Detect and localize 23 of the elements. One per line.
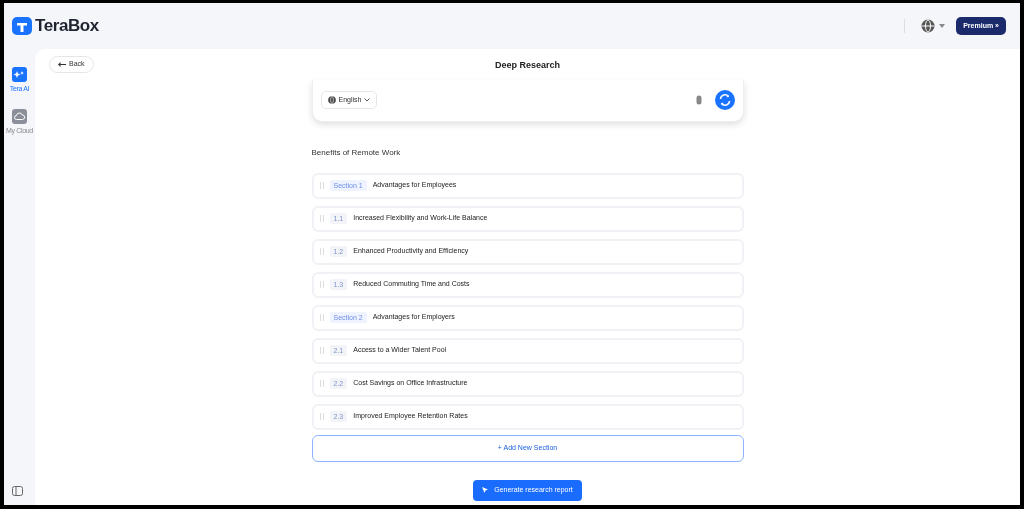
globe-icon — [327, 96, 336, 104]
refresh-button[interactable] — [714, 90, 735, 110]
drag-handle-icon[interactable] — [319, 215, 324, 222]
chevron-icon — [364, 98, 371, 102]
outline-title: Benefits of Remote Work — [311, 146, 402, 159]
globe-icon[interactable] — [921, 19, 936, 33]
drag-handle-icon[interactable] — [319, 413, 324, 420]
sidebar-toggle-icon[interactable] — [12, 486, 23, 496]
drag-handle-icon[interactable] — [319, 281, 324, 288]
back-arrow-icon — [58, 62, 66, 67]
app-logo: TeraBox — [35, 15, 99, 38]
cursor-icon — [482, 487, 490, 494]
drag-handle-icon[interactable] — [319, 380, 324, 387]
drag-handle-icon[interactable] — [319, 347, 324, 354]
drag-handle-icon[interactable] — [319, 248, 324, 255]
cloud-icon — [12, 108, 27, 124]
page-title: Deep Research — [494, 59, 560, 72]
drag-handle-icon[interactable] — [319, 314, 324, 321]
logo-icon — [12, 17, 32, 35]
attachment-icon[interactable] — [695, 95, 702, 105]
caret-icon[interactable] — [939, 24, 946, 28]
drag-handle-icon[interactable] — [319, 182, 324, 189]
sparkle-icon — [12, 67, 27, 82]
